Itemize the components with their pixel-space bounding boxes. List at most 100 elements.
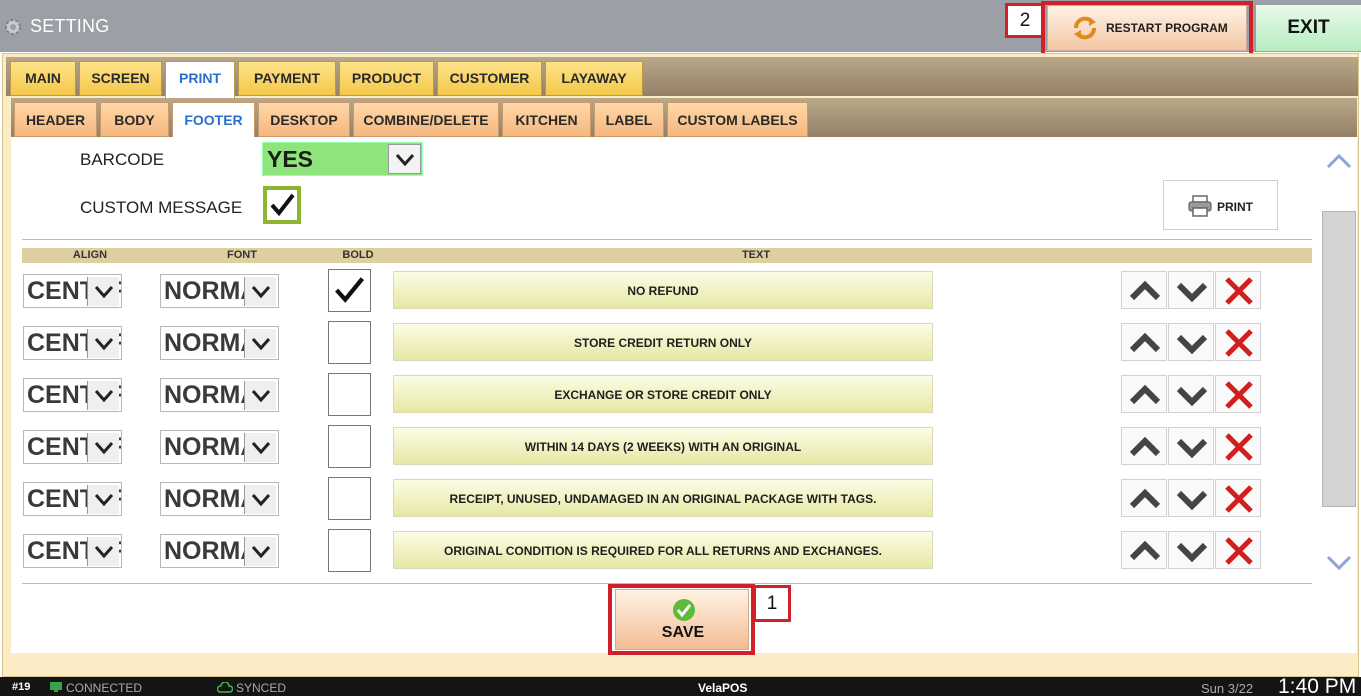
align-dropdown[interactable]: CENTER [23, 430, 122, 464]
chevron-up-icon [1129, 436, 1161, 457]
scroll-down-icon[interactable] [1326, 554, 1352, 572]
align-dropdown[interactable]: CENTER [23, 326, 122, 360]
message-text-button[interactable]: EXCHANGE OR STORE CREDIT ONLY [393, 375, 933, 413]
chevron-up-icon [1129, 332, 1161, 353]
tab-main[interactable]: MAIN [10, 61, 76, 96]
message-text-button[interactable]: STORE CREDIT RETURN ONLY [393, 323, 933, 361]
tab-print[interactable]: PRINT [165, 61, 235, 98]
move-down-button[interactable] [1168, 323, 1214, 361]
font-dropdown[interactable]: NORMAL [160, 534, 279, 568]
delete-x-icon [1225, 485, 1253, 513]
scrollbar-thumb[interactable] [1322, 211, 1356, 507]
font-dropdown[interactable]: NORMAL [160, 274, 279, 308]
bold-checkbox[interactable] [328, 529, 371, 572]
font-dropdown[interactable]: NORMAL [160, 430, 279, 464]
bold-checkbox[interactable] [328, 477, 371, 520]
custom-message-label: CUSTOM MESSAGE [80, 198, 243, 217]
scroll-up-icon[interactable] [1326, 152, 1352, 170]
move-up-button[interactable] [1121, 375, 1167, 413]
date-display: Sun 3/22 [1201, 681, 1254, 696]
header-bold: BOLD [342, 249, 374, 261]
barcode-label: BARCODE [80, 150, 165, 169]
delete-button[interactable] [1215, 375, 1261, 413]
bold-checkbox[interactable] [328, 373, 371, 416]
tab-customer[interactable]: CUSTOMER [437, 61, 542, 96]
exit-button[interactable]: EXIT [1256, 5, 1361, 51]
chevron-down-icon [244, 433, 276, 462]
chevron-down-icon [87, 329, 119, 358]
checkmark-icon [270, 193, 295, 217]
grid-header: ALIGN FONT BOLD TEXT [22, 248, 1312, 263]
message-text-button[interactable]: NO REFUND [393, 271, 933, 309]
align-dropdown[interactable]: CENTER [23, 482, 122, 516]
move-up-button[interactable] [1121, 479, 1167, 517]
tab-label[interactable]: LABEL [594, 102, 664, 137]
chevron-down-icon [1176, 334, 1208, 355]
station-number: #19 [12, 681, 31, 693]
chevron-down-icon [1176, 438, 1208, 459]
status-bar: #19 CONNECTED SYNCED VelaPOS Sun 3/22 1:… [0, 675, 1361, 696]
message-text-button[interactable]: RECEIPT, UNUSED, UNDAMAGED IN AN ORIGINA… [393, 479, 933, 517]
print-button[interactable]: PRINT [1163, 180, 1278, 230]
checkmark-icon [335, 277, 365, 303]
chevron-down-icon [1176, 282, 1208, 303]
move-up-button[interactable] [1121, 427, 1167, 465]
delete-button[interactable] [1215, 323, 1261, 361]
chevron-up-icon [1129, 384, 1161, 405]
cloud-icon [217, 682, 233, 693]
bold-checkbox[interactable] [328, 425, 371, 468]
callout-save: 1 [753, 585, 791, 622]
restart-program-button[interactable]: RESTART PROGRAM [1047, 5, 1247, 51]
align-dropdown[interactable]: CENTER [23, 378, 122, 412]
delete-x-icon [1225, 537, 1253, 565]
barcode-dropdown-arrow[interactable] [388, 144, 421, 174]
tab-header[interactable]: HEADER [14, 102, 97, 137]
tab-desktop[interactable]: DESKTOP [258, 102, 350, 137]
chevron-down-icon [244, 485, 276, 514]
delete-button[interactable] [1215, 479, 1261, 517]
chevron-down-icon [87, 277, 119, 306]
check-circle-icon [673, 599, 695, 621]
tab-combine-delete[interactable]: COMBINE/DELETE [353, 102, 499, 137]
message-text-button[interactable]: ORIGINAL CONDITION IS REQUIRED FOR ALL R… [393, 531, 933, 569]
chevron-down-icon [87, 381, 119, 410]
move-down-button[interactable] [1168, 479, 1214, 517]
tab-product[interactable]: PRODUCT [339, 61, 434, 96]
bold-checkbox[interactable] [328, 321, 371, 364]
chevron-down-icon [1176, 386, 1208, 407]
tab-kitchen[interactable]: KITCHEN [502, 102, 591, 137]
delete-button[interactable] [1215, 427, 1261, 465]
barcode-dropdown[interactable]: YES [262, 142, 423, 176]
tab-body[interactable]: BODY [100, 102, 169, 137]
delete-button[interactable] [1215, 271, 1261, 309]
chevron-down-icon [87, 485, 119, 514]
font-dropdown[interactable]: NORMAL [160, 326, 279, 360]
move-up-button[interactable] [1121, 323, 1167, 361]
bold-checkbox[interactable] [328, 269, 371, 312]
header-text: TEXT [741, 249, 771, 261]
connection-status: CONNECTED [66, 681, 143, 695]
tab-screen[interactable]: SCREEN [79, 61, 162, 96]
move-down-button[interactable] [1168, 531, 1214, 569]
window-title: SETTING [30, 16, 110, 36]
printer-icon [1188, 195, 1212, 217]
move-up-button[interactable] [1121, 271, 1167, 309]
font-dropdown[interactable]: NORMAL [160, 482, 279, 516]
tab-footer[interactable]: FOOTER [172, 102, 255, 139]
delete-button[interactable] [1215, 531, 1261, 569]
move-down-button[interactable] [1168, 271, 1214, 309]
chevron-down-icon [87, 537, 119, 566]
message-text-button[interactable]: WITHIN 14 DAYS (2 WEEKS) WITH AN ORIGINA… [393, 427, 933, 465]
move-up-button[interactable] [1121, 531, 1167, 569]
custom-message-checkbox[interactable] [263, 186, 301, 224]
align-dropdown[interactable]: CENTER [23, 274, 122, 308]
save-button[interactable]: SAVE [615, 589, 749, 650]
align-dropdown[interactable]: CENTER [23, 534, 122, 568]
font-dropdown[interactable]: NORMAL [160, 378, 279, 412]
tab-custom-labels[interactable]: CUSTOM LABELS [667, 102, 808, 137]
move-down-button[interactable] [1168, 375, 1214, 413]
tab-payment[interactable]: PAYMENT [238, 61, 336, 96]
tab-layaway[interactable]: LAYAWAY [545, 61, 643, 96]
print-button-label: PRINT [1217, 200, 1253, 214]
move-down-button[interactable] [1168, 427, 1214, 465]
